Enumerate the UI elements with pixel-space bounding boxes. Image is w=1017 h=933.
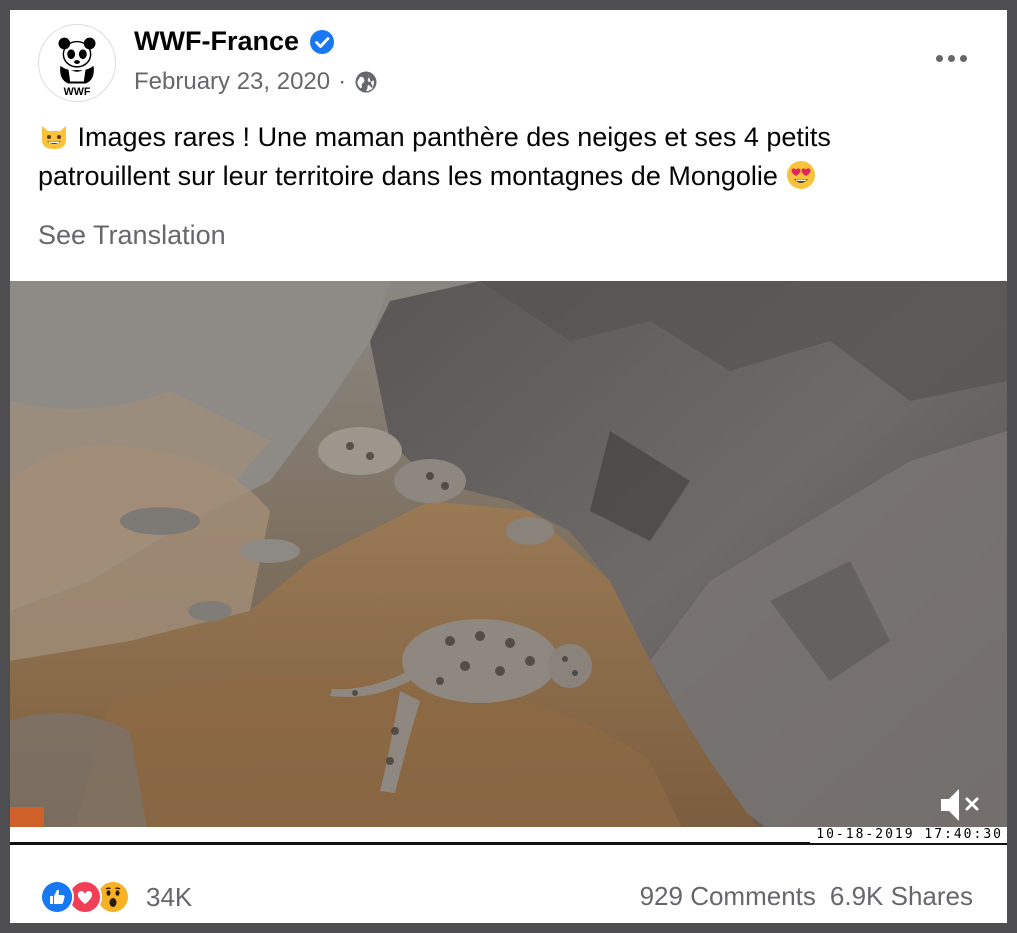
like-icon (40, 880, 74, 914)
shares-count-link[interactable]: 6.9K Shares (830, 881, 973, 912)
reaction-count[interactable]: 34K (146, 882, 192, 913)
post-date-link[interactable]: February 23, 2020 (134, 68, 330, 96)
comments-count-link[interactable]: 929 Comments (640, 881, 816, 912)
post-text-line1: Images rares ! Une maman panthère des ne… (70, 122, 831, 152)
reactions-summary[interactable]: 34K (40, 879, 192, 915)
more-options-button[interactable] (931, 44, 971, 72)
video-player[interactable]: Bushnell 10-18-2019 17:40:30 (10, 281, 1007, 845)
page-avatar[interactable]: WWF (38, 24, 116, 102)
verified-badge-icon (310, 29, 334, 54)
comments-shares: 929 Comments 6.9K Shares (640, 881, 973, 912)
globe-icon[interactable] (354, 70, 378, 94)
cat-grinning-emoji-icon (42, 126, 66, 149)
video-timestamp: 10-18-2019 17:40:30 (810, 827, 1007, 843)
more-dot-icon (959, 54, 967, 62)
wwf-panda-logo-icon: WWF (39, 25, 115, 101)
more-dot-icon (935, 54, 943, 62)
see-translation-link[interactable]: See Translation (38, 220, 226, 251)
avatar-logo-text: WWF (64, 86, 91, 98)
post-meta: February 23, 2020 · (134, 68, 378, 96)
post-card: WWF WWF-France February 23, 2020 · Image (10, 10, 1007, 923)
mute-toggle-icon[interactable] (937, 783, 989, 827)
post-engagement-bar: 34K 929 Comments 6.9K Shares (10, 845, 1007, 923)
meta-separator: · (338, 68, 347, 95)
post-text-line2: patrouillent sur leur territoire dans le… (38, 161, 786, 191)
video-frame (10, 281, 1007, 845)
page-name-link[interactable]: WWF-France (134, 26, 299, 57)
page-name-row: WWF-France (134, 26, 335, 57)
heart-eyes-emoji-icon (787, 161, 816, 189)
more-dot-icon (947, 54, 955, 62)
post-text: Images rares ! Une maman panthère des ne… (38, 118, 978, 196)
